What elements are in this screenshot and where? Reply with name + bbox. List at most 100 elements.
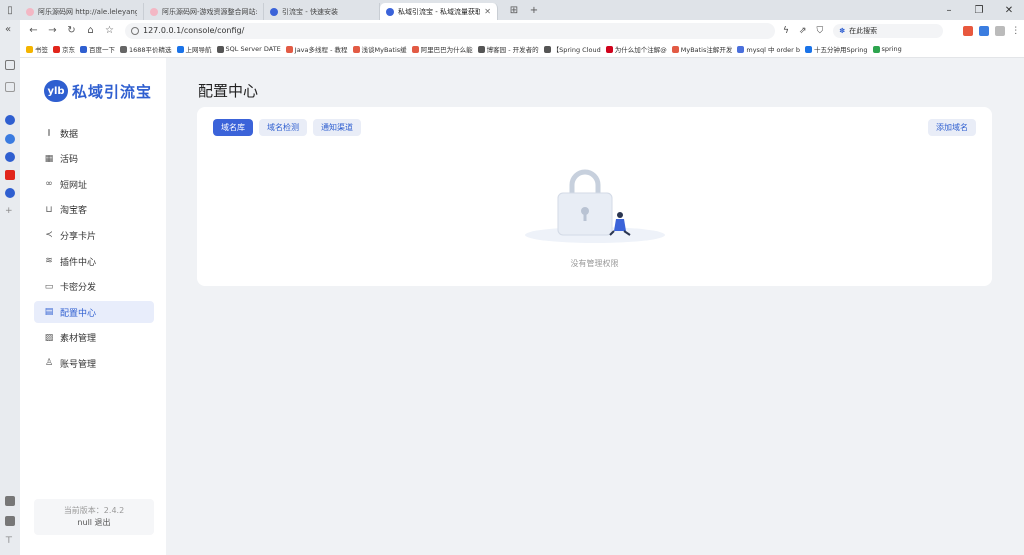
extension-red-icon[interactable] bbox=[963, 25, 974, 36]
sidebar-toggle-icon[interactable]: ▯ bbox=[0, 0, 20, 20]
sidebar-item-link[interactable]: ∞ 短网址 bbox=[34, 173, 154, 195]
logo-badge: ylb bbox=[44, 80, 68, 102]
browser-tab[interactable]: 引流宝 - 快速安装 bbox=[264, 3, 380, 20]
bookmark-icon bbox=[411, 45, 419, 53]
bookmark-icon bbox=[80, 45, 87, 53]
search-input[interactable]: ✽ 在此搜索 bbox=[833, 23, 944, 38]
link-icon: ∞ bbox=[45, 179, 53, 190]
sidebar-item-label: 分享卡片 bbox=[60, 231, 97, 242]
app-logo[interactable]: ylb 私域引流宝 bbox=[44, 80, 152, 102]
blue-side-icon[interactable] bbox=[5, 134, 15, 144]
extension-blue-icon[interactable] bbox=[979, 25, 990, 36]
download-side-icon[interactable] bbox=[5, 496, 15, 506]
collapse-icon[interactable]: « bbox=[5, 24, 15, 35]
search-placeholder: 在此搜索 bbox=[849, 26, 878, 35]
bookmark-item[interactable]: MyBatis注解开发 bbox=[671, 44, 733, 54]
bookmark-label: 书签 bbox=[35, 46, 48, 54]
bookmark-item[interactable]: 百度一下 bbox=[80, 44, 115, 54]
bookmark-item[interactable]: 为什么加个注解@ bbox=[605, 44, 667, 54]
search-side-icon[interactable] bbox=[5, 115, 15, 125]
paw-side-icon[interactable] bbox=[5, 152, 15, 162]
new-tab-icon[interactable]: + bbox=[524, 0, 544, 20]
bookmark-icon bbox=[285, 45, 293, 53]
bookmark-item[interactable]: 【Spring Cloud bbox=[543, 44, 601, 54]
bookmark-label: MyBatis注解开发 bbox=[680, 46, 733, 54]
person-head bbox=[617, 212, 623, 218]
bookmark-icon bbox=[216, 45, 224, 53]
sidebar-item-user[interactable]: ♙ 账号管理 bbox=[34, 352, 154, 374]
tab-close-icon[interactable]: ✕ bbox=[484, 7, 491, 16]
sidebar-item-layers[interactable]: ≋ 插件中心 bbox=[34, 250, 154, 272]
bookmark-item[interactable]: 阿里巴巴为什么能 bbox=[411, 44, 473, 54]
sidebar-item-config[interactable]: ▤ 配置中心 bbox=[34, 301, 154, 324]
bookmark-item[interactable]: Java多线程 - 教程 bbox=[285, 44, 348, 54]
browser-tab[interactable]: 阿乐源码网 http://ale.leleyangyu bbox=[20, 3, 144, 20]
url-text: 127.0.0.1/console/config/ bbox=[143, 26, 245, 35]
tab-favicon-icon bbox=[386, 7, 394, 16]
bookmark-icon bbox=[352, 45, 360, 53]
star-side-icon[interactable] bbox=[5, 60, 15, 70]
sidebar-item-folder[interactable]: ▭ 卡密分发 bbox=[34, 276, 154, 298]
back-icon[interactable]: ← bbox=[24, 25, 43, 36]
lock-shackle bbox=[569, 169, 601, 195]
add-domain-button[interactable]: 添加域名 bbox=[928, 119, 976, 136]
sidebar-item-qrcode[interactable]: ▦ 活码 bbox=[34, 148, 154, 170]
bookmark-item[interactable]: 上网导航 bbox=[176, 44, 212, 54]
trash-side-icon[interactable] bbox=[5, 516, 15, 526]
extension-menu-icon[interactable]: ⋮ bbox=[1011, 26, 1021, 36]
sidebar-item-image[interactable]: ▨ 素材管理 bbox=[34, 327, 154, 349]
tab-domain-check[interactable]: 域名检测 bbox=[259, 119, 307, 136]
lightning-icon[interactable]: ϟ bbox=[783, 26, 789, 36]
tab-label: 阿乐源码网-游戏资源整合网站:免 bbox=[162, 7, 257, 16]
sidebar-item-share[interactable]: ≺ 分享卡片 bbox=[34, 224, 154, 246]
reload-icon[interactable]: ↻ bbox=[62, 25, 81, 36]
sidebar-item-bar-chart[interactable]: ⫾ 数据 bbox=[34, 122, 154, 144]
browser-tab[interactable]: 私域引流宝 - 私域流量获取与 ✕ bbox=[380, 3, 498, 20]
bookmark-label: 【Spring Cloud bbox=[552, 46, 601, 54]
browser-tab[interactable]: 阿乐源码网-游戏资源整合网站:免 bbox=[144, 3, 264, 20]
extension-pen-icon[interactable] bbox=[995, 25, 1006, 36]
restore-icon[interactable]: ❐ bbox=[964, 5, 994, 16]
page-title: 配置中心 bbox=[198, 82, 259, 100]
sidebar-item-cart[interactable]: ⊔ 淘宝客 bbox=[34, 199, 154, 221]
bookmark-label: spring bbox=[881, 45, 902, 53]
shield-icon[interactable]: ⛉ bbox=[816, 26, 823, 36]
red-side-icon[interactable] bbox=[5, 170, 15, 180]
user-icon: ♙ bbox=[44, 358, 54, 369]
url-input[interactable]: 127.0.0.1/console/config/ bbox=[125, 22, 775, 39]
version-label: 当前版本：2.4.2 bbox=[63, 506, 125, 515]
bookmark-item[interactable]: spring bbox=[872, 45, 902, 53]
tab-favicon-icon bbox=[150, 7, 158, 16]
pen-side-icon[interactable] bbox=[5, 82, 15, 92]
sidebar-item-label: 账号管理 bbox=[60, 359, 97, 370]
bookmark-item[interactable]: 1688平价精选 bbox=[120, 44, 172, 54]
close-window-icon[interactable]: ✕ bbox=[994, 5, 1024, 16]
logout-link[interactable]: null 退出 bbox=[34, 517, 154, 529]
star-icon[interactable]: ☆ bbox=[100, 25, 119, 36]
bookmark-item[interactable]: SQL Server DATE bbox=[216, 45, 281, 53]
forward-icon[interactable]: → bbox=[43, 25, 62, 36]
bookmark-item[interactable]: 博客园 - 开发者的 bbox=[477, 44, 539, 54]
clock-side-icon[interactable] bbox=[5, 188, 15, 198]
bookmark-item[interactable]: 浅谈MyBatis缓 bbox=[352, 44, 407, 54]
share-icon: ≺ bbox=[45, 230, 53, 241]
tab-grid-icon[interactable]: ⊞ bbox=[504, 0, 524, 20]
window-controls: – ❐ ✕ bbox=[934, 5, 1024, 16]
site-info-icon[interactable] bbox=[131, 26, 139, 35]
add-side-icon[interactable]: + bbox=[5, 206, 15, 216]
bookmark-item[interactable]: 书签 bbox=[26, 44, 48, 54]
tab-domain-library[interactable]: 域名库 bbox=[213, 119, 253, 136]
tab-notify-channel[interactable]: 通知渠道 bbox=[313, 119, 361, 136]
pin-side-icon[interactable]: ⊤ bbox=[5, 536, 15, 546]
share-page-icon[interactable]: ⇗ bbox=[799, 26, 807, 36]
bookmark-item[interactable]: mysql 中 order b bbox=[737, 44, 800, 54]
home-icon[interactable]: ⌂ bbox=[81, 25, 100, 36]
config-icon: ▤ bbox=[44, 307, 54, 318]
bookmark-label: 十五分钟用Spring bbox=[814, 46, 868, 54]
bookmark-item[interactable]: 京东 bbox=[53, 44, 75, 54]
bookmark-item[interactable]: 十五分钟用Spring bbox=[805, 44, 868, 54]
minimize-icon[interactable]: – bbox=[934, 5, 964, 16]
bar-chart-icon: ⫾ bbox=[47, 128, 51, 138]
sidebar-item-label: 数据 bbox=[60, 129, 79, 140]
bookmarks-bar: 书签 京东 百度一下 1688平价精选 上网导航 SQL Server DATE Java多… bbox=[20, 41, 1024, 58]
